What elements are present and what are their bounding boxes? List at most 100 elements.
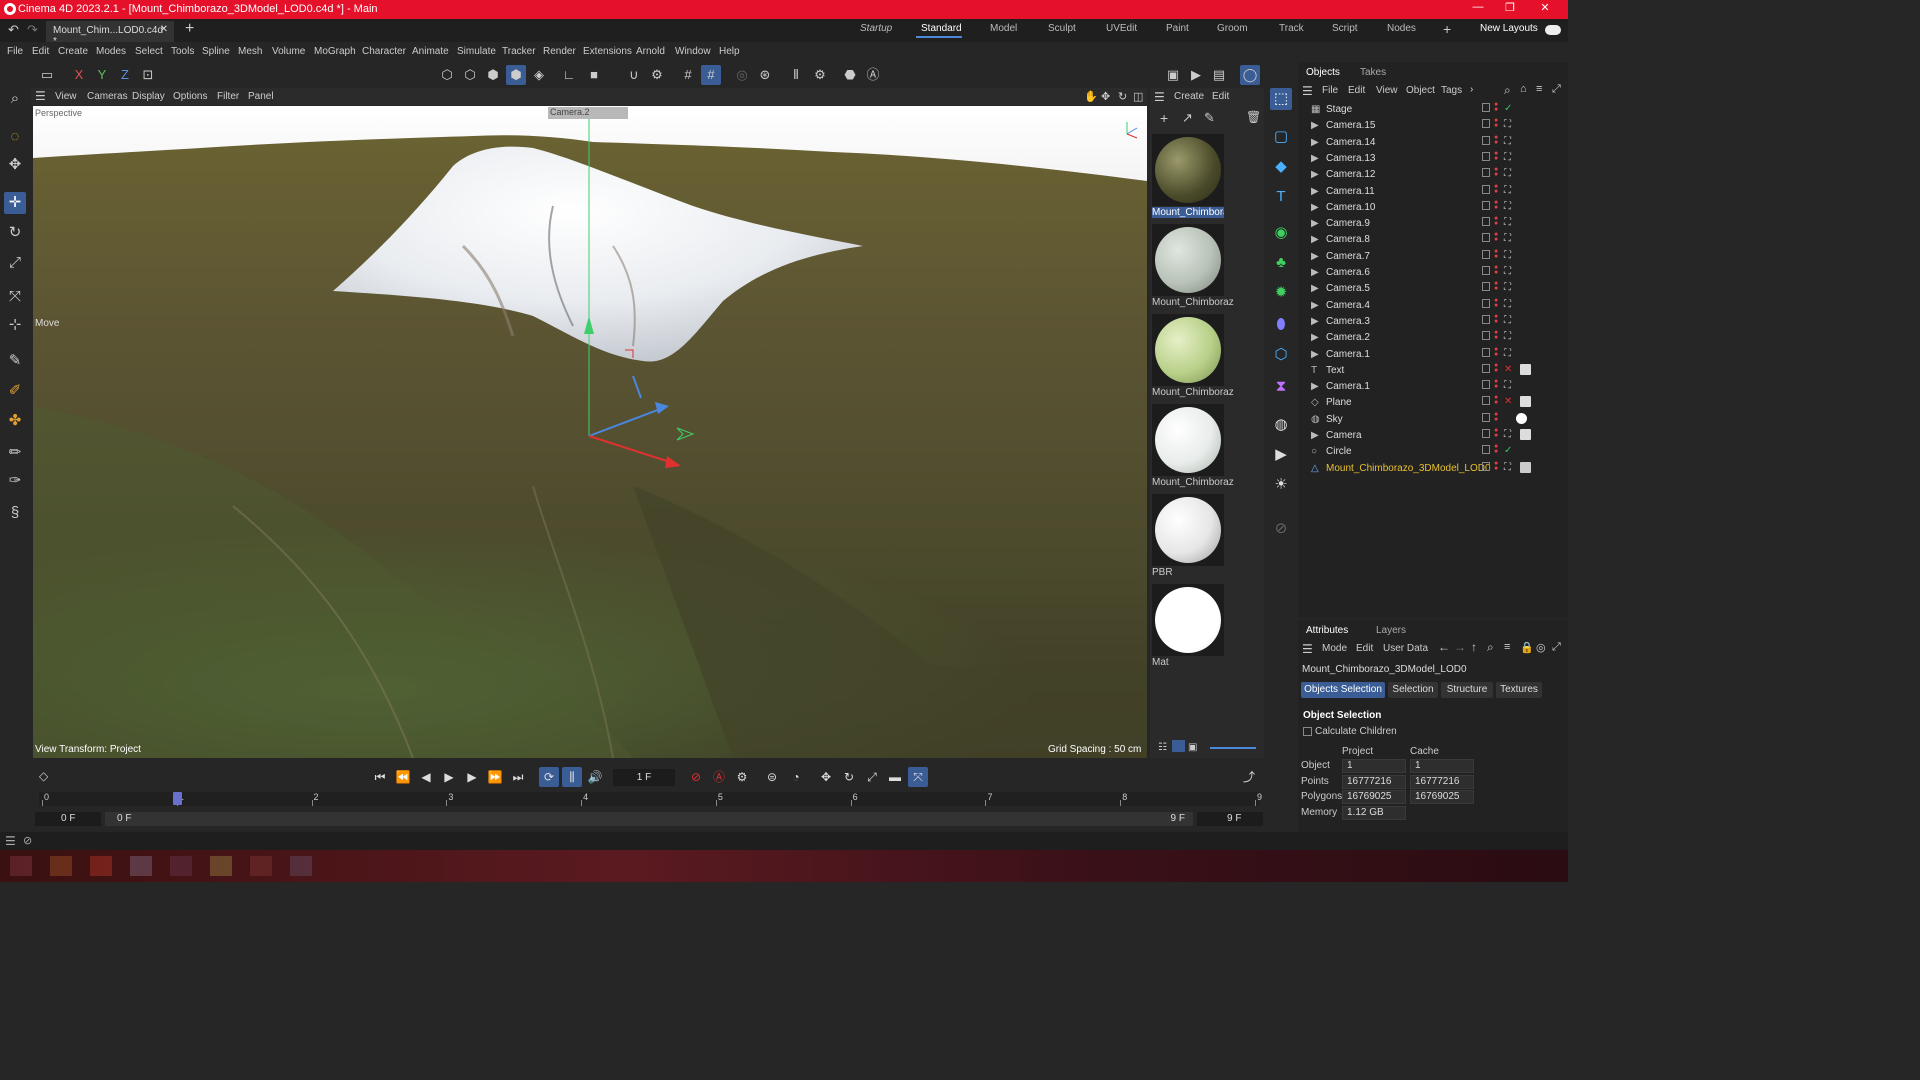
- objects-search-icon[interactable]: ⌕: [1504, 83, 1511, 98]
- layer-tag-icon[interactable]: [1482, 282, 1490, 292]
- move-camera-icon[interactable]: ✥: [1101, 90, 1110, 103]
- attributes-lock-icon[interactable]: 🔒: [1520, 641, 1534, 654]
- layout-script[interactable]: Script: [1332, 23, 1358, 34]
- points-mode-icon[interactable]: ⬡: [437, 65, 457, 85]
- model-mode-icon[interactable]: ⬢: [506, 65, 526, 85]
- object-row[interactable]: ▶ Camera.15 ● ● ⛶: [1306, 117, 1568, 134]
- start-frame-field[interactable]: 0 F: [35, 812, 101, 826]
- coordinate-system-icon[interactable]: ⊡: [138, 65, 158, 85]
- layer-tag-icon[interactable]: [1482, 412, 1490, 422]
- key-settings-icon[interactable]: ⚙: [732, 767, 752, 787]
- visibility-dots-icon[interactable]: ● ●: [1494, 248, 1498, 260]
- visibility-dots-icon[interactable]: ● ●: [1494, 166, 1498, 178]
- menu-modes[interactable]: Modes: [96, 46, 126, 57]
- material-menu-edit[interactable]: Edit: [1212, 91, 1229, 102]
- object-row[interactable]: △ Mount_Chimborazo_3DModel_LOD0 ● ● ⛶: [1306, 460, 1568, 477]
- camera-target-icon[interactable]: ⛶: [1504, 185, 1511, 196]
- live-selection-icon[interactable]: ◌: [4, 126, 26, 148]
- selection-icon[interactable]: ⬚: [1270, 88, 1292, 110]
- redo-icon[interactable]: ↷: [27, 22, 38, 38]
- record-icon[interactable]: ⊘: [686, 767, 706, 787]
- y-axis-toggle[interactable]: Y: [92, 65, 112, 85]
- time-ruler[interactable]: [39, 792, 1259, 806]
- camera-target-icon[interactable]: ⛶: [1504, 119, 1511, 130]
- object-row[interactable]: T Text ● ● ✕: [1306, 362, 1568, 379]
- edges-mode-icon[interactable]: ⬡: [460, 65, 480, 85]
- layout-standard[interactable]: Standard: [921, 23, 962, 34]
- material-swatch-mat[interactable]: [1152, 584, 1224, 656]
- edit-material-icon[interactable]: ✎: [1204, 110, 1215, 126]
- object-row[interactable]: ▦ Stage ● ● ✓: [1306, 101, 1568, 118]
- material-tag-icon[interactable]: [1520, 396, 1531, 408]
- layer-tag-icon[interactable]: [1482, 314, 1490, 324]
- object-row[interactable]: ▶ Camera ● ● ⛶: [1306, 427, 1568, 444]
- camera-target-icon[interactable]: ⛶: [1504, 233, 1511, 244]
- generator-icon[interactable]: ◉: [1270, 222, 1292, 244]
- sketch-pen-icon[interactable]: ✐: [4, 380, 26, 402]
- document-tab[interactable]: Mount_Chim...LOD0.c4d *✕: [46, 21, 174, 47]
- layout-groom[interactable]: Groom: [1217, 23, 1248, 34]
- visibility-dots-icon[interactable]: ● ●: [1494, 231, 1498, 243]
- camera-target-icon[interactable]: ⛶: [1504, 152, 1511, 163]
- menu-simulate[interactable]: Simulate: [457, 46, 496, 57]
- layer-tag-icon[interactable]: [1482, 249, 1490, 259]
- spline-pen-icon[interactable]: ✎: [4, 350, 26, 372]
- delete-material-icon[interactable]: 🗑: [1246, 110, 1261, 124]
- parameter-key-icon[interactable]: ▬: [885, 767, 905, 787]
- textures-button[interactable]: Textures: [1496, 682, 1542, 698]
- frame-range-bar[interactable]: 0 F 9 F: [105, 812, 1193, 826]
- object-row[interactable]: ○ Circle ● ● ✓: [1306, 443, 1568, 460]
- menu-select[interactable]: Select: [135, 46, 163, 57]
- effector-icon[interactable]: ✹: [1270, 282, 1292, 304]
- attributes-search-icon[interactable]: ⌕: [1487, 640, 1494, 655]
- list-view-icon[interactable]: ☷: [1158, 742, 1167, 753]
- menu-render[interactable]: Render: [543, 46, 576, 57]
- viewport-menu-options[interactable]: Options: [173, 91, 207, 102]
- layer-tag-icon[interactable]: [1482, 168, 1490, 178]
- visibility-dots-icon[interactable]: ● ●: [1494, 297, 1498, 309]
- new-layouts-label[interactable]: New Layouts: [1480, 23, 1538, 34]
- object-row[interactable]: ◇ Plane ● ● ✕: [1306, 394, 1568, 411]
- x-axis-toggle[interactable]: X: [69, 65, 89, 85]
- objects-menu-view[interactable]: View: [1376, 85, 1398, 96]
- menu-arnold[interactable]: Arnold: [636, 46, 665, 57]
- go-to-end-icon[interactable]: ⏭: [508, 767, 528, 787]
- autokey-icon[interactable]: Ⓐ: [709, 767, 729, 787]
- viewport-menu-view[interactable]: View: [55, 91, 77, 102]
- tab-attributes[interactable]: Attributes: [1306, 625, 1348, 636]
- camera-target-icon[interactable]: ⛶: [1504, 250, 1511, 261]
- maximize-viewport-icon[interactable]: ◫: [1133, 90, 1143, 103]
- visibility-dots-icon[interactable]: ● ●: [1494, 150, 1498, 162]
- rotate-camera-icon[interactable]: ↻: [1118, 90, 1127, 103]
- next-key-icon[interactable]: ⏩: [485, 767, 505, 787]
- material-swatch-3[interactable]: [1152, 314, 1224, 386]
- go-to-start-icon[interactable]: ⏮: [370, 767, 390, 787]
- snap-magnet-icon[interactable]: ∪: [624, 65, 644, 85]
- new-layouts-toggle[interactable]: [1545, 25, 1561, 35]
- polygons-mode-icon[interactable]: ⬢: [483, 65, 503, 85]
- objects-menu-edit[interactable]: Edit: [1348, 85, 1365, 96]
- object-row[interactable]: ▶ Camera.2 ● ● ⛶: [1306, 329, 1568, 346]
- cube-icon[interactable]: ▢: [1270, 126, 1292, 148]
- camera-target-icon[interactable]: ⛶: [1504, 168, 1511, 179]
- play-icon[interactable]: ▶: [439, 767, 459, 787]
- visibility-dots-icon[interactable]: ● ●: [1494, 313, 1498, 325]
- light-icon[interactable]: ☀: [1270, 474, 1292, 496]
- close-tab-icon[interactable]: ✕: [160, 24, 168, 35]
- viewport-menu-panel[interactable]: Panel: [248, 91, 274, 102]
- axis-mode-icon[interactable]: ∟: [559, 65, 579, 85]
- material-tag-icon[interactable]: [1520, 363, 1531, 375]
- menu-file[interactable]: File: [7, 46, 23, 57]
- viewport-menu-filter[interactable]: Filter: [217, 91, 239, 102]
- material-tag-icon[interactable]: [1520, 429, 1531, 440]
- point-level-key-icon[interactable]: ⤧: [908, 767, 928, 787]
- taskbar-app-8[interactable]: [290, 856, 312, 876]
- field-icon[interactable]: ⬡: [1270, 344, 1292, 366]
- disabled-x-icon[interactable]: ✕: [1504, 396, 1512, 407]
- camera-target-icon[interactable]: ⛶: [1504, 299, 1511, 310]
- camera-target-icon[interactable]: ⛶: [1504, 136, 1511, 147]
- render-picture-viewer-icon[interactable]: ▶: [1186, 65, 1206, 85]
- object-row[interactable]: ▶ Camera.12 ● ● ⛶: [1306, 166, 1568, 183]
- add-layout-icon[interactable]: +: [1443, 21, 1451, 37]
- position-key-icon[interactable]: ✥: [816, 767, 836, 787]
